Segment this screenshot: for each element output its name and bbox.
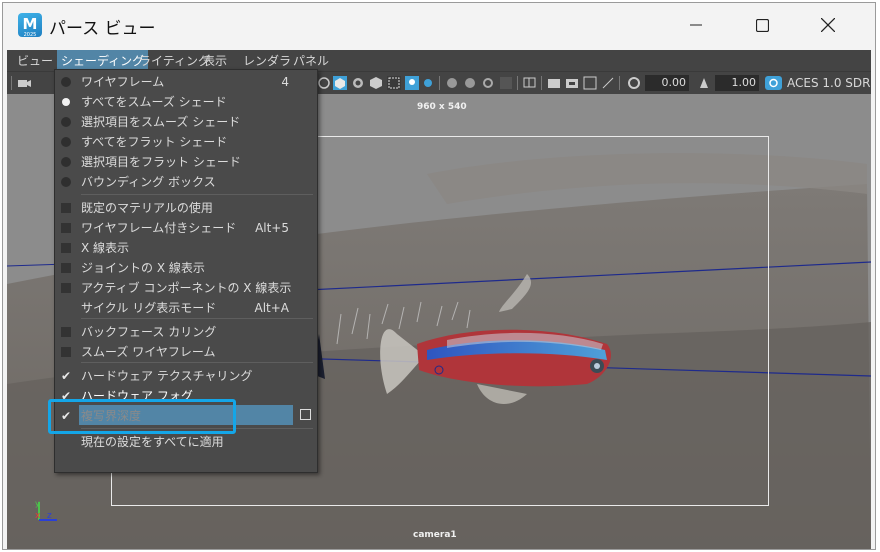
gamma-field[interactable]: 1.00 xyxy=(715,75,759,91)
radio-indicator xyxy=(61,177,71,187)
menu-item-shortcut: Alt+5 xyxy=(255,221,289,235)
shading-menu-item-2[interactable]: すべてをスムーズ シェード xyxy=(55,92,317,112)
menu-item-label: サイクル リグ表示モード xyxy=(81,301,217,315)
shading-menu-item-10[interactable]: ジョイントの X 線表示 xyxy=(55,258,317,278)
checkbox-indicator xyxy=(61,347,71,357)
menu-separator xyxy=(81,194,313,195)
shading-menu-item-13[interactable]: バックフェース カリング xyxy=(55,322,317,342)
grid-icon[interactable] xyxy=(523,76,537,90)
maximize-button[interactable] xyxy=(739,3,785,47)
shading-menu-item-5[interactable]: 選択項目をフラット シェード xyxy=(55,152,317,172)
shading-menu-item-1[interactable]: ワイヤフレーム 4 xyxy=(55,72,317,92)
checkbox-indicator xyxy=(61,243,71,253)
checkbox-indicator xyxy=(61,283,71,293)
color-management-icon[interactable] xyxy=(765,76,783,90)
checkbox-indicator xyxy=(61,263,71,273)
wireframe-on-shaded-icon[interactable] xyxy=(351,76,365,90)
minimize-icon xyxy=(690,24,702,26)
menu-item-label: ワイヤフレーム付きシェード xyxy=(81,221,237,235)
checkbox-indicator xyxy=(61,223,71,233)
menu-item-shortcut: Alt+A xyxy=(254,301,289,315)
shading-menu-item-6[interactable]: バウンディング ボックス xyxy=(55,172,317,192)
close-icon xyxy=(821,18,835,32)
gate-mask-icon[interactable] xyxy=(583,76,597,90)
film-gate-icon[interactable] xyxy=(547,76,561,90)
menu-item-label: ハードウェア テクスチャリング xyxy=(81,369,253,383)
shading-menu-item-7[interactable]: 既定のマテリアルの使用 xyxy=(55,198,317,218)
camera-label: camera1 xyxy=(413,530,457,540)
callout-highlight-box xyxy=(48,399,236,434)
maximize-icon xyxy=(755,18,769,32)
menu-item-label: すべてをフラット シェード xyxy=(81,135,228,149)
radio-indicator xyxy=(61,77,71,87)
menu-item-label: 選択項目をフラット シェード xyxy=(81,155,241,169)
shading-menu-item-3[interactable]: 選択項目をスムーズ シェード xyxy=(55,112,317,132)
view-transform-label[interactable]: ACES 1.0 SDR xyxy=(787,75,870,91)
menu-item-shortcut: 4 xyxy=(281,75,289,89)
lighting-icon[interactable] xyxy=(405,76,419,90)
svg-text:z: z xyxy=(47,511,52,521)
window-title: パース ビュー xyxy=(49,19,156,39)
shading-menu-item-8[interactable]: ワイヤフレーム付きシェード Alt+5 xyxy=(55,218,317,238)
exposure-field[interactable]: 0.00 xyxy=(645,75,689,91)
title-bar[interactable]: M 2025 パース ビュー xyxy=(3,3,875,47)
maya-app-icon: M 2025 xyxy=(18,13,42,38)
menu-item-label: 選択項目をスムーズ シェード xyxy=(81,115,241,129)
resolution-label: 960 x 540 xyxy=(417,102,467,112)
menu-item-label: スムーズ ワイヤフレーム xyxy=(81,345,216,359)
minimize-button[interactable] xyxy=(673,3,719,47)
menu-item-label: バックフェース カリング xyxy=(81,325,217,339)
menu-item-label: 既定のマテリアルの使用 xyxy=(81,201,213,215)
close-button[interactable] xyxy=(805,3,851,47)
shading-menu-item-14[interactable]: スムーズ ワイヤフレーム xyxy=(55,342,317,362)
menu-item-label: ワイヤフレーム xyxy=(81,75,165,89)
menu-separator xyxy=(81,362,313,363)
svg-text:y: y xyxy=(35,499,40,508)
menu-item-label: ジョイントの X 線表示 xyxy=(81,261,205,275)
radio-indicator xyxy=(62,98,70,106)
anti-alias-icon[interactable] xyxy=(499,76,513,90)
motion-blur-icon[interactable] xyxy=(481,76,495,90)
checkbox-indicator xyxy=(61,203,71,213)
menu-item-label: バウンディング ボックス xyxy=(81,175,216,189)
ssao-icon[interactable] xyxy=(463,76,477,90)
perspective-view-window: M 2025 パース ビュー ビュー シェーディング ライティング 表示 レンダラ… xyxy=(2,2,876,550)
exposure-icon[interactable] xyxy=(627,76,641,90)
menu-item-label: X 線表示 xyxy=(81,241,130,255)
shading-menu-item-18[interactable]: 現在の設定をすべてに適用 xyxy=(55,432,317,452)
isolate-select-icon[interactable] xyxy=(445,76,459,90)
shading-menu-item-9[interactable]: X 線表示 xyxy=(55,238,317,258)
svg-text:x: x xyxy=(35,511,41,521)
xray-icon[interactable] xyxy=(387,76,401,90)
default-material-icon[interactable] xyxy=(369,76,383,90)
menu-item-label: 現在の設定をすべてに適用 xyxy=(81,435,224,449)
toolbar-grip xyxy=(11,76,12,90)
menu-item-label: アクティブ コンポーネントの X 線表示 xyxy=(81,281,292,295)
smooth-shade-cube-icon[interactable] xyxy=(333,76,347,90)
menu-item-label: すべてをスムーズ シェード xyxy=(81,95,227,109)
radio-indicator xyxy=(61,137,71,147)
axis-gizmo: y x z xyxy=(35,499,57,521)
radio-indicator xyxy=(61,117,71,127)
checkbox-indicator xyxy=(61,327,71,337)
shading-menu-item-15[interactable]: ✔ ハードウェア テクスチャリング xyxy=(55,366,317,386)
checkmark-icon: ✔ xyxy=(61,369,72,383)
field-chart-icon[interactable] xyxy=(601,76,615,90)
resolution-gate-icon[interactable] xyxy=(565,76,579,90)
shading-menu-item-11[interactable]: アクティブ コンポーネントの X 線表示 xyxy=(55,278,317,298)
shadows-icon[interactable] xyxy=(421,76,435,90)
gamma-icon[interactable] xyxy=(697,76,711,90)
shading-menu-item-12[interactable]: サイクル リグ表示モード Alt+A xyxy=(55,298,317,318)
radio-indicator xyxy=(61,157,71,167)
camera-select-icon[interactable] xyxy=(17,76,31,90)
shade-mode-icon[interactable] xyxy=(317,76,331,90)
menu-separator xyxy=(81,318,313,319)
shading-menu-item-4[interactable]: すべてをフラット シェード xyxy=(55,132,317,152)
menu-view[interactable]: ビュー xyxy=(13,50,57,72)
